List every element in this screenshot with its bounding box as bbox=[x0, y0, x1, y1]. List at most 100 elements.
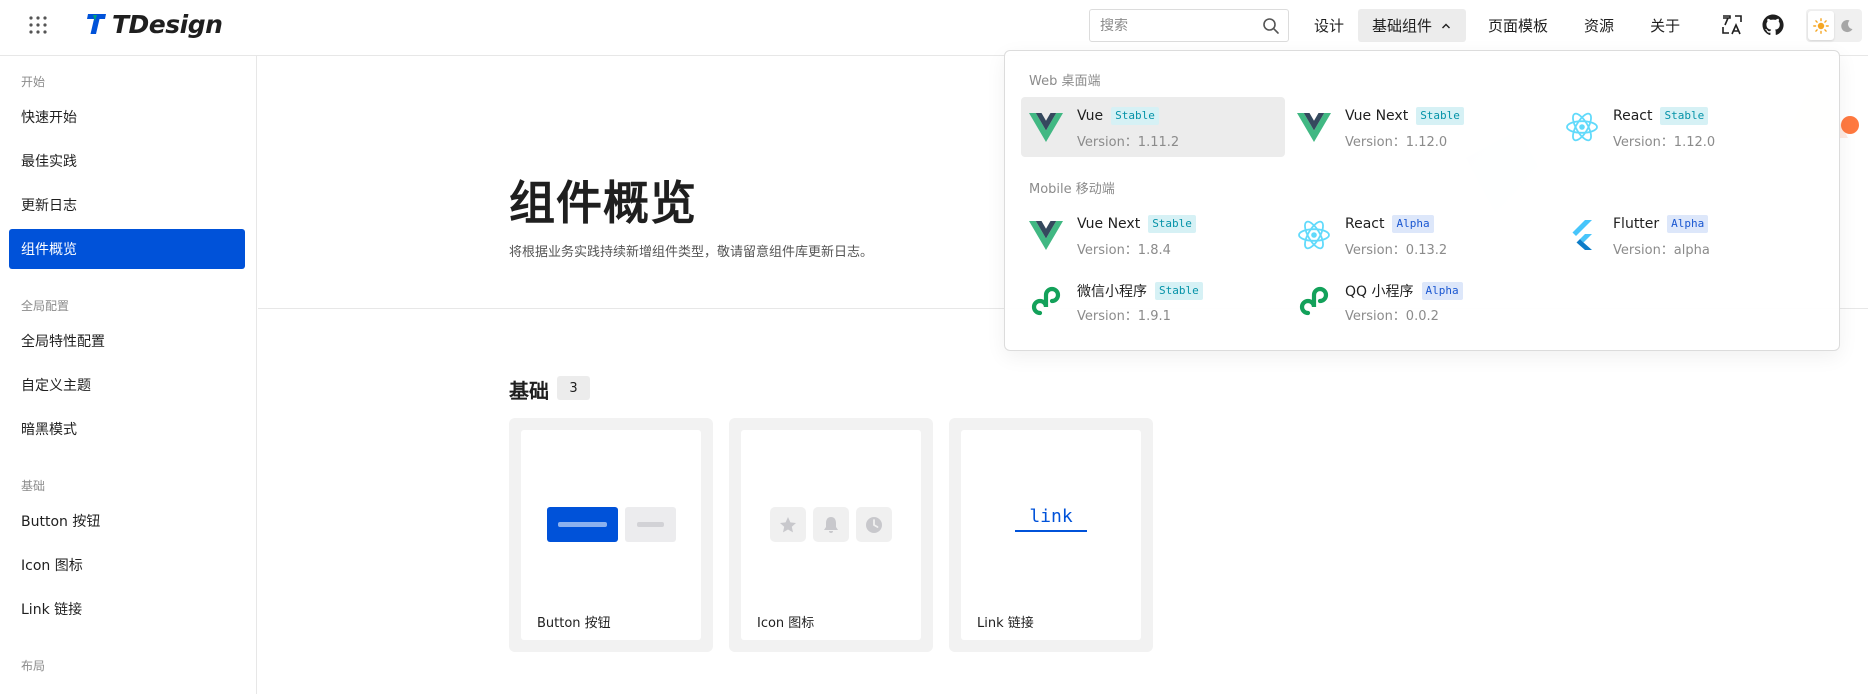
sidebar-group-start: 开始 bbox=[21, 75, 46, 89]
dropdown-item-mobile-react[interactable]: React Alpha Version：0.13.2 bbox=[1289, 205, 1553, 265]
nav-design-label: 设计 bbox=[1314, 17, 1345, 35]
clock-icon bbox=[856, 507, 892, 542]
nav-about-label: 关于 bbox=[1650, 17, 1681, 35]
dropdown-item-version: Version：0.0.2 bbox=[1345, 309, 1439, 324]
component-card-link[interactable]: link Link 链接 bbox=[949, 418, 1153, 652]
page-title: 组件概览 bbox=[509, 176, 697, 230]
search-box[interactable] bbox=[1089, 9, 1289, 42]
sidebar: 开始 快速开始 最佳实践 更新日志 组件概览 全局配置 全局特性配置 自定义主题… bbox=[0, 56, 257, 694]
dropdown-item-mobile-wechat-miniprogram[interactable]: 微信小程序 Stable Version：1.9.1 bbox=[1021, 271, 1285, 331]
nav-page-templates-label: 页面模板 bbox=[1488, 17, 1549, 35]
sidebar-item-dark-mode[interactable]: 暗黑模式 bbox=[9, 409, 245, 449]
tdesign-mark-icon bbox=[87, 14, 106, 34]
logo-text: TDesign bbox=[112, 9, 223, 39]
sidebar-group-layout: 布局 bbox=[21, 659, 46, 673]
sun-icon bbox=[1813, 17, 1829, 34]
button-preview-primary bbox=[547, 507, 618, 542]
sidebar-item-link[interactable]: Link 链接 bbox=[9, 589, 245, 629]
dropdown-heading-mobile: Mobile 移动端 bbox=[1029, 182, 1115, 197]
card-preview: Icon 图标 bbox=[741, 430, 921, 640]
dropdown-item-version: Version：0.13.2 bbox=[1345, 243, 1448, 258]
dropdown-heading-web: Web 桌面端 bbox=[1029, 74, 1101, 89]
card-preview: Button 按钮 bbox=[521, 430, 701, 640]
theme-toggle[interactable] bbox=[1806, 9, 1862, 42]
button-preview-secondary bbox=[625, 507, 676, 542]
tdesign-logo[interactable]: TDesign bbox=[84, 8, 223, 40]
sidebar-item-components-overview[interactable]: 组件概览 bbox=[9, 229, 245, 269]
status-badge: Stable bbox=[1111, 107, 1159, 125]
light-mode-button[interactable] bbox=[1808, 11, 1834, 40]
translate-icon[interactable] bbox=[1720, 13, 1744, 37]
dropdown-item-mobile-flutter[interactable]: Flutter Alpha Version：alpha bbox=[1557, 205, 1821, 265]
miniprogram-logo-icon bbox=[1299, 286, 1329, 316]
dropdown-item-version: Version：1.9.1 bbox=[1077, 309, 1171, 324]
top-nav: 设计 基础组件 页面模板 资源 关于 bbox=[1300, 9, 1694, 42]
dropdown-item-title: Vue Next Stable bbox=[1077, 215, 1196, 233]
nav-resources[interactable]: 资源 bbox=[1570, 9, 1628, 42]
status-badge: Stable bbox=[1148, 215, 1196, 233]
star-icon bbox=[770, 507, 806, 542]
dropdown-item-web-vue[interactable]: Vue Stable Version：1.11.2 bbox=[1021, 97, 1285, 157]
dropdown-item-title: 微信小程序 Stable bbox=[1077, 281, 1203, 301]
search-icon[interactable] bbox=[1262, 17, 1280, 35]
moon-icon bbox=[1841, 19, 1853, 32]
dropdown-item-web-vue-next[interactable]: Vue Next Stable Version：1.12.0 bbox=[1289, 97, 1553, 157]
dropdown-item-version: Version：1.11.2 bbox=[1077, 135, 1180, 150]
nav-about[interactable]: 关于 bbox=[1636, 9, 1694, 42]
component-card-icon[interactable]: Icon 图标 bbox=[729, 418, 933, 652]
status-badge: Alpha bbox=[1392, 215, 1434, 233]
card-label: Icon 图标 bbox=[757, 616, 815, 631]
component-card-button[interactable]: Button 按钮 bbox=[509, 418, 713, 652]
section-count-badge: 3 bbox=[557, 376, 590, 400]
dropdown-item-title: Flutter Alpha bbox=[1613, 215, 1709, 233]
dropdown-item-version: Version：1.8.4 bbox=[1077, 243, 1171, 258]
dark-mode-button[interactable] bbox=[1834, 11, 1860, 40]
chevron-up-icon bbox=[1442, 23, 1451, 28]
vue-logo-icon bbox=[1029, 221, 1063, 250]
sidebar-item-quick-start[interactable]: 快速开始 bbox=[9, 97, 245, 137]
status-badge: Stable bbox=[1416, 107, 1464, 125]
link-preview-text: link bbox=[1015, 506, 1087, 532]
sidebar-group-global-config: 全局配置 bbox=[21, 299, 70, 313]
nav-page-templates[interactable]: 页面模板 bbox=[1474, 9, 1562, 42]
dropdown-item-web-react[interactable]: React Stable Version：1.12.0 bbox=[1557, 97, 1821, 157]
dropdown-item-title: QQ 小程序 Alpha bbox=[1345, 281, 1463, 301]
sidebar-item-best-practices[interactable]: 最佳实践 bbox=[9, 141, 245, 181]
flutter-logo-icon bbox=[1572, 220, 1592, 250]
sidebar-group-basic: 基础 bbox=[21, 479, 46, 493]
dropdown-item-title: React Stable bbox=[1613, 107, 1709, 125]
github-icon[interactable] bbox=[1761, 13, 1785, 37]
vue-logo-icon bbox=[1029, 113, 1063, 142]
sidebar-item-button[interactable]: Button 按钮 bbox=[9, 501, 245, 541]
miniprogram-logo-icon bbox=[1031, 286, 1061, 316]
sidebar-item-icon[interactable]: Icon 图标 bbox=[9, 545, 245, 585]
top-header: TDesign 设计 基础组件 页面模板 资源 关于 bbox=[0, 0, 1868, 56]
components-dropdown-menu: Web 桌面端 Vue Stable Version：1.11.2 Vue Nex… bbox=[1004, 50, 1840, 351]
card-preview: link Link 链接 bbox=[961, 430, 1141, 640]
dropdown-item-version: Version：1.12.0 bbox=[1345, 135, 1448, 150]
sidebar-item-custom-theme[interactable]: 自定义主题 bbox=[9, 365, 245, 405]
search-input[interactable] bbox=[1100, 17, 1260, 34]
section-title: 基础 bbox=[509, 379, 549, 403]
card-label: Button 按钮 bbox=[537, 616, 611, 631]
nav-resources-label: 资源 bbox=[1584, 17, 1615, 35]
react-logo-icon bbox=[1566, 112, 1598, 142]
dropdown-item-version: Version：1.12.0 bbox=[1613, 135, 1716, 150]
apps-grid-icon[interactable] bbox=[26, 13, 50, 37]
dropdown-item-title: Vue Next Stable bbox=[1345, 107, 1464, 125]
nav-basic-components-label: 基础组件 bbox=[1372, 17, 1433, 35]
react-logo-icon bbox=[1298, 220, 1330, 250]
dropdown-item-mobile-vue-next[interactable]: Vue Next Stable Version：1.8.4 bbox=[1021, 205, 1285, 265]
status-badge: Stable bbox=[1660, 107, 1709, 125]
dropdown-item-mobile-qq-miniprogram[interactable]: QQ 小程序 Alpha Version：0.0.2 bbox=[1289, 271, 1553, 331]
status-badge: Alpha bbox=[1421, 282, 1463, 300]
page-description: 将根据业务实践持续新增组件类型，敬请留意组件库更新日志。 bbox=[509, 245, 874, 260]
card-label: Link 链接 bbox=[977, 616, 1034, 631]
sidebar-item-changelog[interactable]: 更新日志 bbox=[9, 185, 245, 225]
vue-logo-icon bbox=[1297, 113, 1331, 142]
nav-basic-components[interactable]: 基础组件 bbox=[1358, 9, 1467, 42]
dropdown-item-version: Version：alpha bbox=[1613, 243, 1710, 258]
nav-design[interactable]: 设计 bbox=[1300, 9, 1358, 42]
sidebar-item-global-config[interactable]: 全局特性配置 bbox=[9, 321, 245, 361]
status-badge: Stable bbox=[1155, 282, 1203, 300]
